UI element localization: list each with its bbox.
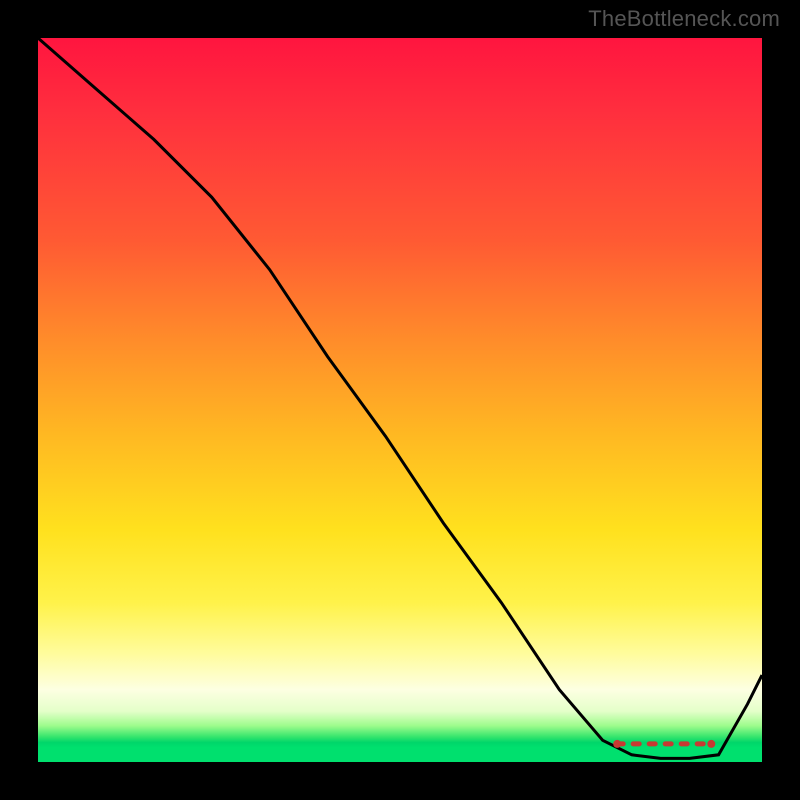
chart-svg bbox=[38, 38, 762, 762]
watermark-text: TheBottleneck.com bbox=[588, 6, 780, 32]
chart-container: TheBottleneck.com bbox=[0, 0, 800, 800]
optimal-flat-segment-start-dot bbox=[613, 740, 621, 748]
bottleneck-curve bbox=[38, 38, 762, 758]
plot-area bbox=[38, 38, 762, 762]
optimal-flat-segment-end-dot bbox=[707, 740, 715, 748]
